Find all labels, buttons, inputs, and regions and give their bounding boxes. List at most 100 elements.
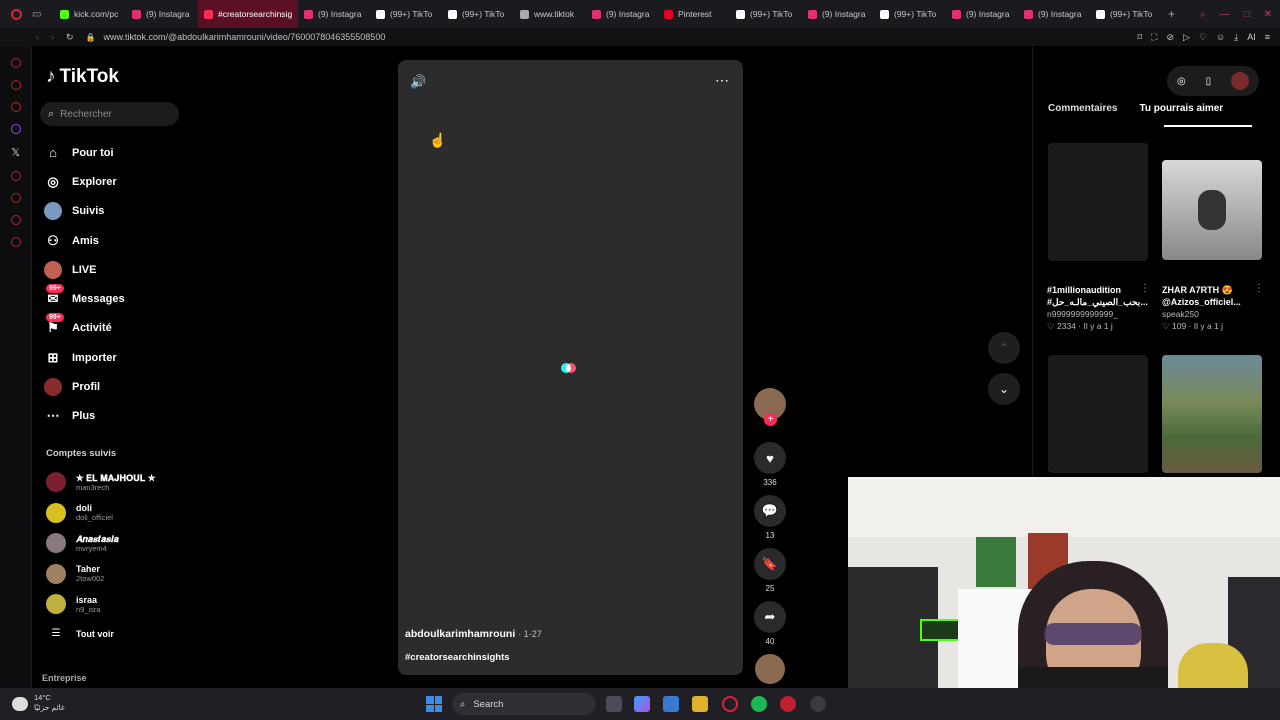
browser-tab[interactable]: Pinterest	[658, 0, 730, 28]
app-icon[interactable]	[780, 696, 796, 712]
suggestion-thumbnail[interactable]	[1048, 355, 1148, 473]
browser-tab[interactable]: (9) Instagra	[802, 0, 874, 28]
tab-comments[interactable]: Commentaires	[1048, 103, 1117, 114]
search-input[interactable]: ⌕ Rechercher	[40, 102, 179, 126]
previous-video-button[interactable]: ⌃	[988, 332, 1020, 364]
enterprise-link[interactable]: Entreprise	[42, 673, 87, 683]
browser-tab[interactable]: kick.com/pc	[54, 0, 126, 28]
opera-gx-icon[interactable]	[722, 696, 738, 712]
nav-item-plus[interactable]: ⋯ Plus	[44, 402, 125, 431]
suggestion-thumbnail[interactable]	[1162, 160, 1262, 260]
store-icon[interactable]	[663, 696, 679, 712]
like-button[interactable]: ♥	[754, 442, 786, 474]
close-button[interactable]: ✕	[1264, 9, 1272, 20]
sidebar-history-icon[interactable]	[10, 193, 21, 203]
share-button[interactable]: ➦	[754, 601, 786, 633]
browser-tab[interactable]: www.tiktok	[514, 0, 586, 28]
sidebar-twitch-icon[interactable]	[10, 124, 21, 134]
reload-icon[interactable]: ↻	[66, 32, 74, 43]
see-all-link[interactable]: ☰ Tout voir	[46, 628, 114, 639]
nav-item-suivis[interactable]: Suivis	[44, 197, 125, 226]
follow-plus-icon[interactable]: +	[764, 413, 777, 426]
device-icon[interactable]: ▯	[1206, 76, 1212, 87]
browser-tab[interactable]: (9) Instagra	[1018, 0, 1090, 28]
weather-icon[interactable]	[12, 697, 28, 711]
search-tabs-icon[interactable]: ⌕	[1200, 9, 1206, 20]
browser-tab[interactable]: (99+) TikTo	[1090, 0, 1162, 28]
browser-tab[interactable]: (9) Instagra	[298, 0, 370, 28]
browser-tab[interactable]: (99+) TikTo	[730, 0, 802, 28]
play-icon[interactable]: ▷	[1183, 32, 1190, 43]
opera-logo-icon[interactable]	[0, 8, 32, 20]
url-field[interactable]: www.tiktok.com/@abdoulkarimhamrouni/vide…	[104, 32, 386, 42]
app-icon[interactable]	[810, 696, 826, 712]
next-video-button[interactable]: ⌄	[988, 373, 1020, 405]
compass-icon[interactable]: ◎	[1177, 76, 1186, 87]
sidebar-player-icon[interactable]	[10, 171, 21, 181]
user-avatar[interactable]	[1231, 72, 1250, 90]
adblock-icon[interactable]: ⊘	[1166, 32, 1174, 43]
nav-item-profil[interactable]: Profil	[44, 372, 125, 401]
browser-tab[interactable]: (99+) TikTo	[874, 0, 946, 28]
tab-menu-icon[interactable]: ▭	[32, 9, 54, 20]
snapshot-icon[interactable]: ⛶	[1151, 32, 1157, 43]
nav-item-live[interactable]: LIVE	[44, 255, 125, 284]
sidebar-extensions-icon[interactable]	[10, 215, 21, 225]
card-more-icon[interactable]: ⋮	[1140, 283, 1150, 294]
card-more-icon[interactable]: ⋮	[1254, 283, 1264, 294]
ai-button[interactable]: AI	[1247, 32, 1256, 43]
followed-account[interactable]: israa n9_isra	[46, 594, 101, 614]
tiktok-logo[interactable]: ♪ TikTok	[46, 66, 119, 88]
nav-item-importer[interactable]: ⊞ Importer	[44, 343, 125, 372]
save-count: 25	[765, 584, 775, 593]
sidebar-shopping-icon[interactable]	[10, 80, 21, 90]
followed-account[interactable]: Taher 2tow002	[46, 563, 104, 584]
copilot-icon[interactable]	[634, 696, 650, 712]
author-avatar[interactable]: +	[754, 388, 786, 426]
bookmark-icon[interactable]: ⌑	[1138, 32, 1143, 43]
profile-icon[interactable]: ☺	[1216, 32, 1225, 43]
followed-account[interactable]: ✯ 𝐄𝐋 𝐌𝐀𝐉𝐇𝐎𝐔𝐋 ✯ man3rech	[46, 472, 155, 492]
sidebar-aria-icon[interactable]	[10, 58, 21, 68]
browser-tab[interactable]: (99+) TikTo	[442, 0, 514, 28]
video-hashtag[interactable]: #creatorsearchinsights	[405, 652, 510, 663]
menu-icon[interactable]: ≡	[1265, 32, 1270, 43]
video-author[interactable]: abdoulkarimhamrouni	[405, 628, 515, 640]
sidebar-settings-icon[interactable]	[10, 237, 21, 247]
followed-account[interactable]: doli doli_officiel	[46, 502, 113, 523]
tab-you-may-like[interactable]: Tu pourrais aimer	[1139, 103, 1223, 114]
spotify-icon[interactable]	[751, 696, 767, 712]
nav-item-explorer[interactable]: ◎ Explorer	[44, 167, 125, 196]
forward-icon[interactable]: ›	[51, 32, 54, 42]
video-player[interactable]: 🔊 ⋯ abdoulkarimhamrouni · 1-27 #creators…	[398, 60, 743, 675]
comment-button[interactable]: 💬	[754, 495, 786, 527]
suggestion-thumbnail[interactable]	[1048, 143, 1148, 261]
browser-tab[interactable]: (9) Instagra	[126, 0, 198, 28]
nav-item-amis[interactable]: ⚇ Amis	[44, 226, 125, 255]
nav-item-messages[interactable]: ✉ 99+ Messages	[44, 284, 125, 313]
browser-tab[interactable]: (9) Instagra	[946, 0, 1018, 28]
minimize-button[interactable]: —	[1220, 9, 1230, 20]
download-icon[interactable]: ⤓	[1234, 32, 1238, 43]
volume-icon[interactable]: 🔊	[410, 74, 426, 90]
start-button[interactable]	[426, 696, 442, 712]
nav-item-activité[interactable]: ⚑ 99+ Activité	[44, 313, 125, 343]
browser-tab[interactable]: #creatorsearchinsig	[198, 0, 298, 28]
browser-tab[interactable]: (99+) TikTo	[370, 0, 442, 28]
taskbar-search-box[interactable]: ⌕ Search	[452, 693, 596, 715]
more-options-icon[interactable]: ⋯	[715, 72, 729, 89]
music-disc-icon[interactable]	[755, 654, 785, 684]
task-view-icon[interactable]	[606, 696, 622, 712]
sidebar-chat-icon[interactable]	[10, 102, 21, 112]
file-explorer-icon[interactable]	[692, 696, 708, 712]
back-icon[interactable]: ‹	[36, 32, 39, 42]
save-button[interactable]: 🔖	[754, 548, 786, 580]
browser-tab[interactable]: (9) Instagra	[586, 0, 658, 28]
nav-item-pour-toi[interactable]: ⌂ Pour toi	[44, 138, 125, 167]
sidebar-x-icon[interactable]: 𝕏	[0, 146, 31, 159]
maximize-button[interactable]: □	[1244, 9, 1250, 20]
suggestion-thumbnail[interactable]	[1162, 355, 1262, 473]
new-tab-button[interactable]: +	[1168, 7, 1175, 21]
heart-icon[interactable]: ♡	[1199, 32, 1207, 43]
followed-account[interactable]: 𝑨𝒏𝒂𝒔𝒕𝒂𝒔𝒊𝒂 mvryem4	[46, 533, 119, 553]
